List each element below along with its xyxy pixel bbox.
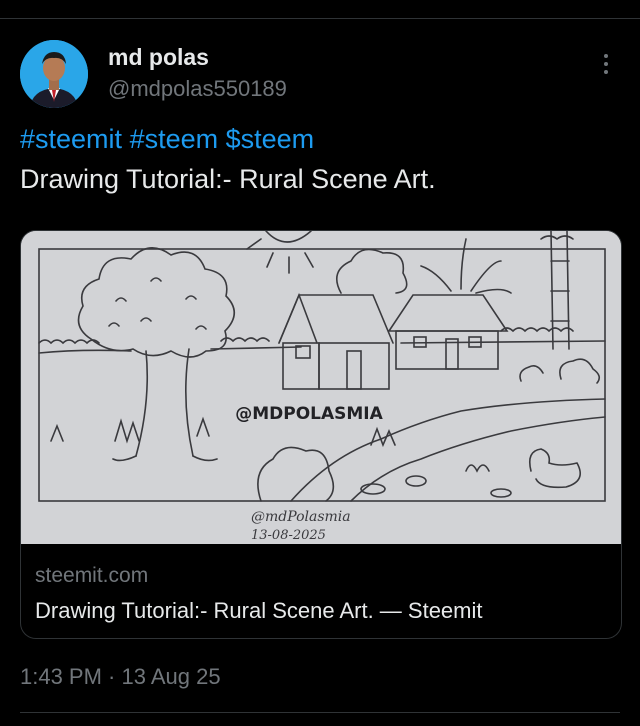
avatar[interactable] <box>20 40 88 108</box>
hashtag-line: #steemit #steem $steem <box>20 124 314 155</box>
author-handle[interactable]: @mdpolas550189 <box>108 76 287 102</box>
hashtag-steem[interactable]: #steem <box>130 124 219 154</box>
drawing-date: 13-08-2025 <box>251 528 326 543</box>
bottom-divider <box>20 712 620 713</box>
profile-photo-icon <box>20 40 88 108</box>
cashtag-steem[interactable]: $steem <box>226 124 315 154</box>
drawing-signature: @mdPolasmia <box>251 509 351 525</box>
link-card[interactable]: @MDPOLASMIA @mdPolasmia 13-08-2025 steem… <box>20 230 622 639</box>
top-divider <box>0 18 640 19</box>
more-options-icon[interactable] <box>596 54 616 80</box>
watermark-text: @MDPOLASMIA <box>235 404 383 424</box>
card-domain[interactable]: steemit.com <box>35 564 148 588</box>
card-title[interactable]: Drawing Tutorial:- Rural Scene Art. — St… <box>35 598 483 624</box>
rural-scene-drawing: @MDPOLASMIA @mdPolasmia 13-08-2025 <box>21 231 621 544</box>
card-image[interactable]: @MDPOLASMIA @mdPolasmia 13-08-2025 <box>21 231 621 544</box>
tweet-text: Drawing Tutorial:- Rural Scene Art. <box>20 164 436 194</box>
tweet-timestamp[interactable]: 1:43 PM · 13 Aug 25 <box>20 664 221 690</box>
author-name[interactable]: md polas <box>108 44 209 71</box>
hashtag-steemit[interactable]: #steemit <box>20 124 122 154</box>
